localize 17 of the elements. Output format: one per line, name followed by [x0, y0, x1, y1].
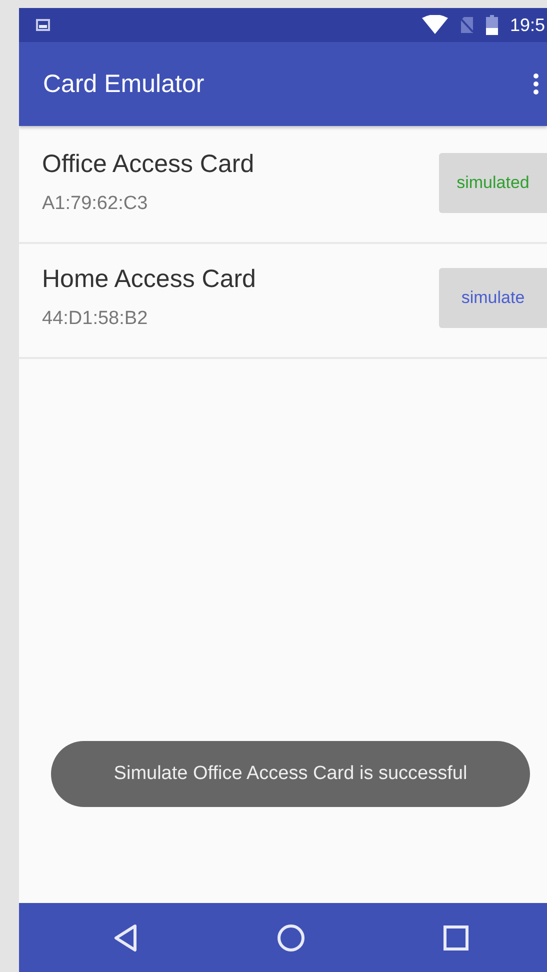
no-sim-icon: [460, 16, 474, 34]
wifi-icon: [422, 15, 448, 35]
back-icon[interactable]: [113, 924, 140, 952]
simulate-button[interactable]: simulated: [439, 152, 547, 212]
card-id: 44:D1:58:B2: [42, 308, 149, 330]
app-title: Card Emulator: [43, 70, 204, 98]
home-icon[interactable]: [276, 922, 306, 952]
card-id: A1:79:62:C3: [42, 193, 149, 215]
card-name: Home Access Card: [42, 265, 256, 294]
image-icon: [36, 19, 50, 31]
card-name: Office Access Card: [42, 150, 254, 179]
toast-message: Simulate Office Access Card is successful: [51, 741, 530, 807]
simulate-button[interactable]: simulate: [439, 268, 547, 328]
recents-icon[interactable]: [442, 924, 469, 950]
more-options-icon[interactable]: [533, 73, 539, 95]
clock-time: 19:5: [510, 14, 545, 36]
battery-icon: [486, 15, 498, 35]
